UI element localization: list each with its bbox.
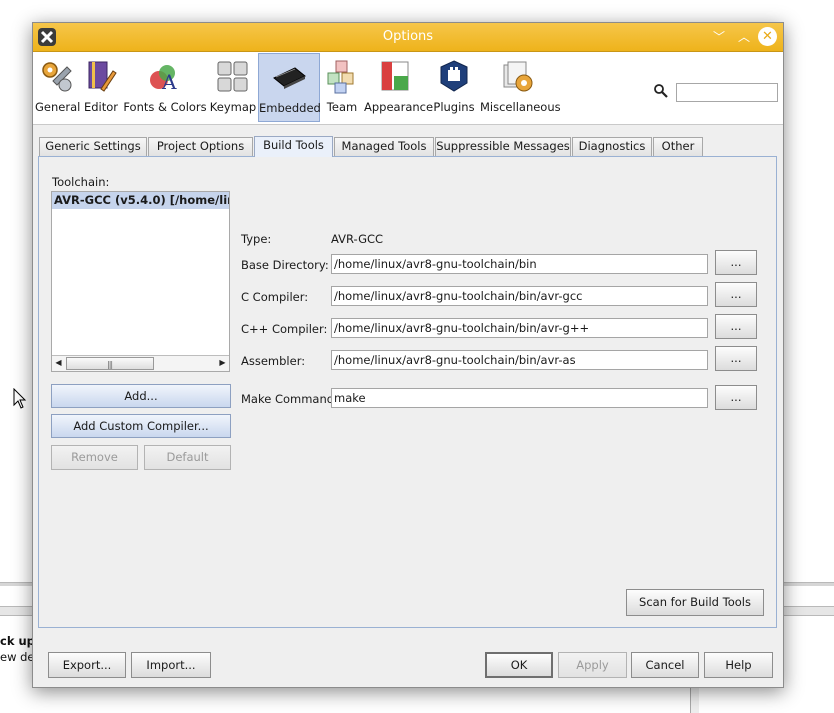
scroll-right-icon[interactable]: ▶ xyxy=(217,357,228,369)
make-command-browse-button[interactable]: ... xyxy=(715,385,757,410)
keymap-keyboard-icon xyxy=(217,61,248,92)
scroll-thumb[interactable]: ||| xyxy=(66,357,154,370)
cpp-compiler-browse-button[interactable]: ... xyxy=(715,314,757,339)
toolchain-list-scrollbar[interactable]: ◀ ||| ▶ xyxy=(52,355,229,371)
ok-button[interactable]: OK xyxy=(485,652,553,678)
maximize-button[interactable]: ︿ xyxy=(734,27,754,47)
remove-button[interactable]: Remove xyxy=(51,445,138,470)
scroll-left-icon[interactable]: ◀ xyxy=(53,357,64,369)
minimize-button[interactable]: ﹀ xyxy=(709,27,729,47)
add-toolchain-button[interactable]: Add... xyxy=(51,384,231,408)
category-label: General xyxy=(35,100,81,114)
import-button[interactable]: Import... xyxy=(131,652,211,678)
category-label: Plugins xyxy=(433,100,475,114)
tab-generic-settings[interactable]: Generic Settings xyxy=(39,137,147,156)
fonts-colors-shapes-icon: A xyxy=(150,65,177,94)
c-compiler-label: C Compiler: xyxy=(241,290,309,304)
category-label: Miscellaneous xyxy=(480,100,561,114)
category-plugins[interactable]: Plugins xyxy=(430,53,478,122)
make-command-label: Make Command: xyxy=(241,392,338,406)
category-toolbar: General Editor A Fonts & Colors Keymap E… xyxy=(33,52,783,125)
tab-project-options[interactable]: Project Options xyxy=(148,137,253,156)
tab-suppressible-messages[interactable]: Suppressible Messages xyxy=(435,137,571,156)
embedded-chip-icon xyxy=(273,67,306,89)
export-button[interactable]: Export... xyxy=(48,652,126,678)
cpp-compiler-field[interactable]: /home/linux/avr8-gnu-toolchain/bin/avr-g… xyxy=(331,318,708,338)
mouse-cursor-icon xyxy=(13,388,27,409)
close-button[interactable]: ✕ xyxy=(758,27,777,46)
tab-build-tools[interactable]: Build Tools xyxy=(254,136,333,157)
assembler-browse-button[interactable]: ... xyxy=(715,346,757,371)
base-directory-field[interactable]: /home/linux/avr8-gnu-toolchain/bin xyxy=(331,254,708,274)
background-text-line1: ck up xyxy=(0,634,35,648)
add-custom-compiler-button[interactable]: Add Custom Compiler... xyxy=(51,414,231,438)
type-label: Type: xyxy=(241,232,272,246)
category-embedded[interactable]: Embedded xyxy=(258,53,321,122)
dialog-title: Options xyxy=(382,29,434,44)
scan-for-build-tools-button[interactable]: Scan for Build Tools xyxy=(626,589,764,616)
base-directory-browse-button[interactable]: ... xyxy=(715,250,757,275)
plugins-puzzle-icon xyxy=(440,60,468,92)
category-team[interactable]: Team xyxy=(322,53,362,122)
category-appearance[interactable]: Appearance xyxy=(364,53,434,122)
category-keymap[interactable]: Keymap xyxy=(209,53,257,122)
tab-other[interactable]: Other xyxy=(653,137,703,156)
toolchain-list-item[interactable]: AVR-GCC (v5.4.0) [/home/linux/avr8-gnu-t… xyxy=(52,192,229,209)
help-button[interactable]: Help xyxy=(704,652,773,678)
type-value: AVR-GCC xyxy=(331,232,384,246)
category-label: Embedded xyxy=(259,101,321,115)
category-label: Team xyxy=(326,100,358,114)
assembler-label: Assembler: xyxy=(241,354,306,368)
category-general[interactable]: General xyxy=(35,53,81,122)
category-editor[interactable]: Editor xyxy=(81,53,121,122)
toolchain-list[interactable]: AVR-GCC (v5.4.0) [/home/linux/avr8-gnu-t… xyxy=(51,191,230,372)
tab-managed-tools[interactable]: Managed Tools xyxy=(334,137,434,156)
default-button[interactable]: Default xyxy=(144,445,231,470)
base-directory-label: Base Directory: xyxy=(241,258,329,272)
background-scrollbar xyxy=(690,688,699,713)
search-input[interactable] xyxy=(676,83,778,102)
toolchain-label: Toolchain: xyxy=(52,175,110,189)
editor-book-pencil-icon xyxy=(88,61,117,92)
cancel-button[interactable]: Cancel xyxy=(631,652,699,678)
category-miscellaneous[interactable]: Miscellaneous xyxy=(480,53,561,122)
assembler-field[interactable]: /home/linux/avr8-gnu-toolchain/bin/avr-a… xyxy=(331,350,708,370)
apply-button[interactable]: Apply xyxy=(558,652,627,678)
general-wrench-gear-icon xyxy=(42,62,72,92)
svg-text:A: A xyxy=(161,70,177,94)
team-cubes-icon xyxy=(327,60,354,94)
category-label: Fonts & Colors xyxy=(123,100,207,114)
tab-diagnostics[interactable]: Diagnostics xyxy=(572,137,652,156)
cpp-compiler-label: C++ Compiler: xyxy=(241,322,328,336)
miscellaneous-gear-icon xyxy=(503,61,533,92)
build-tools-panel: Toolchain: AVR-GCC (v5.4.0) [/home/linux… xyxy=(38,156,777,628)
appearance-layout-icon xyxy=(381,61,409,91)
options-dialog: Options ﹀ ︿ ✕ General Editor A Fonts & C… xyxy=(32,22,784,688)
category-label: Keymap xyxy=(209,100,257,114)
title-bar[interactable]: Options ﹀ ︿ ✕ xyxy=(33,23,783,52)
category-fonts-colors[interactable]: A Fonts & Colors xyxy=(123,53,207,122)
make-command-field[interactable]: make xyxy=(331,388,708,408)
category-label: Editor xyxy=(83,100,119,114)
search-icon xyxy=(654,84,668,98)
c-compiler-browse-button[interactable]: ... xyxy=(715,282,757,307)
category-label: Appearance xyxy=(364,100,434,114)
c-compiler-field[interactable]: /home/linux/avr8-gnu-toolchain/bin/avr-g… xyxy=(331,286,708,306)
